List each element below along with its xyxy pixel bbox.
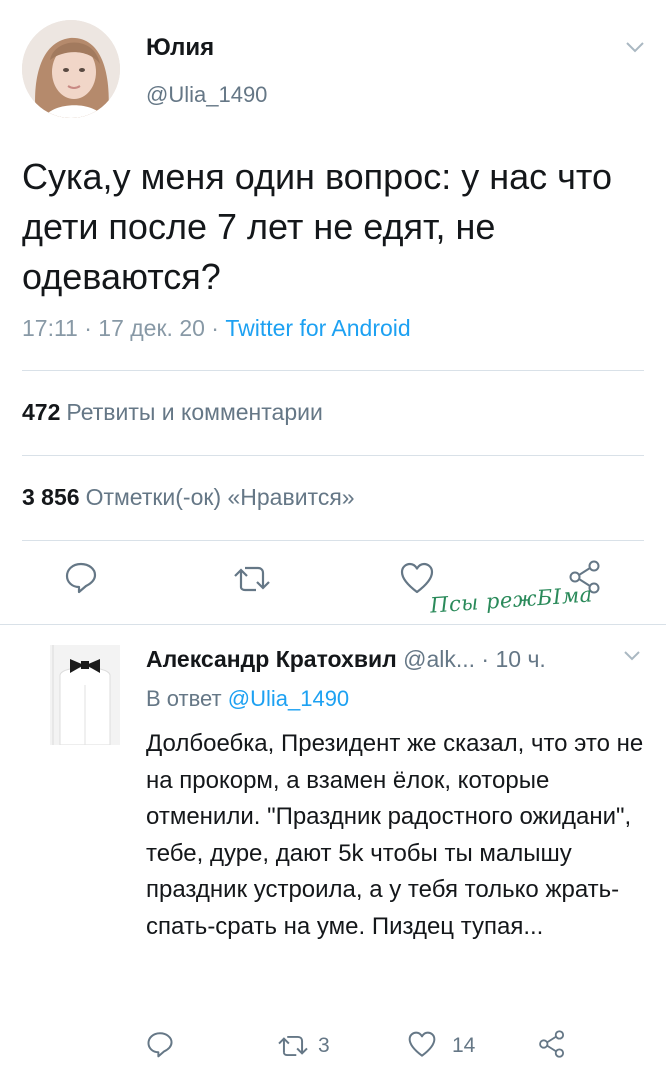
chevron-down-icon[interactable] bbox=[622, 646, 642, 666]
reply-text: Долбоебка, Президент же сказал, что это … bbox=[146, 730, 644, 940]
tweet-timestamp[interactable]: 17:11 · 17 дек. 20 · bbox=[22, 315, 225, 341]
reply-author[interactable]: Александр Кратохвил @alk... · 10 ч. bbox=[146, 646, 546, 673]
retweets-count: 472 bbox=[22, 399, 61, 425]
divider bbox=[0, 624, 666, 625]
retweet-icon[interactable] bbox=[232, 562, 272, 596]
chevron-down-icon[interactable] bbox=[624, 36, 646, 58]
retweets-stat[interactable]: 472 Ретвиты и комментарии bbox=[22, 399, 323, 426]
divider bbox=[22, 540, 644, 541]
reply-retweet-count: 3 bbox=[318, 1034, 330, 1057]
in-reply-label: В ответ bbox=[146, 686, 228, 711]
tweet-meta: 17:11 · 17 дек. 20 · Twitter for Android bbox=[22, 315, 411, 342]
reply-icon[interactable] bbox=[146, 1030, 174, 1058]
in-reply-to: В ответ @Ulia_1490 bbox=[146, 686, 349, 712]
author-handle[interactable]: @Ulia_1490 bbox=[146, 82, 267, 108]
retweets-label: Ретвиты и комментарии bbox=[66, 399, 323, 425]
retweet-icon[interactable] bbox=[276, 1032, 310, 1058]
heart-icon[interactable] bbox=[400, 562, 434, 596]
heart-icon[interactable] bbox=[408, 1031, 436, 1059]
author-name[interactable]: Юлия bbox=[146, 34, 214, 62]
tweet-source[interactable]: Twitter for Android bbox=[225, 315, 410, 341]
likes-count: 3 856 bbox=[22, 484, 80, 510]
share-icon[interactable] bbox=[538, 1030, 566, 1058]
reply-author-handle: @alk... · 10 ч. bbox=[396, 646, 546, 672]
reply-like-count: 14 bbox=[452, 1034, 476, 1057]
in-reply-mention[interactable]: @Ulia_1490 bbox=[228, 686, 349, 711]
reply-author-name: Александр Кратохвил bbox=[146, 646, 397, 672]
tweet-text: Сука,у меня один вопрос: у нас что дети … bbox=[22, 156, 612, 297]
divider bbox=[22, 455, 644, 456]
reply-author-avatar[interactable] bbox=[50, 645, 120, 745]
reply-icon[interactable] bbox=[64, 560, 98, 594]
divider bbox=[22, 370, 644, 371]
author-avatar[interactable] bbox=[22, 20, 120, 118]
likes-stat[interactable]: 3 856 Отметки(-ок) «Нравится» bbox=[22, 484, 355, 511]
likes-label: Отметки(-ок) «Нравится» bbox=[85, 484, 355, 510]
watermark: Псы режБIма bbox=[429, 582, 594, 618]
